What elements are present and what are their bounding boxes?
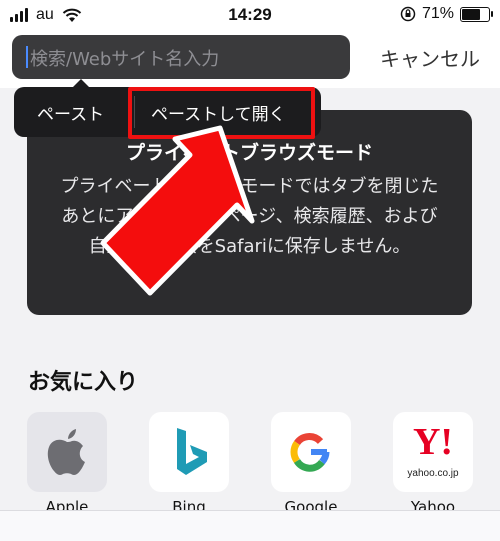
- favorite-tile: [27, 412, 107, 492]
- search-placeholder: 検索/Webサイト名入力: [30, 49, 220, 70]
- apple-icon: [47, 429, 85, 475]
- favorite-bing[interactable]: Bing: [149, 412, 229, 516]
- yahoo-logo-text: Y!: [412, 421, 454, 463]
- bottom-toolbar: [0, 510, 500, 541]
- google-icon: [290, 433, 330, 472]
- search-input[interactable]: 検索/Webサイト名入力: [12, 35, 350, 79]
- text-cursor: [26, 46, 28, 68]
- favorite-tile: [271, 412, 351, 492]
- favorite-tile: [149, 412, 229, 492]
- menu-caret: [72, 79, 90, 88]
- paste-menu-item[interactable]: ペースト: [37, 100, 104, 125]
- status-right: 71%: [400, 5, 493, 23]
- pointer-arrow-icon: [100, 125, 255, 296]
- cancel-button[interactable]: キャンセル: [380, 43, 480, 72]
- favorite-google[interactable]: Google: [271, 412, 351, 516]
- bing-icon: [177, 428, 207, 475]
- favorites-title: お気に入り: [28, 370, 139, 395]
- status-bar: au 14:29 71%: [0, 0, 500, 30]
- favorite-apple[interactable]: Apple: [27, 412, 107, 516]
- favorite-tile: Y! yahoo.co.jp: [393, 412, 473, 492]
- battery-percent: 71%: [421, 5, 454, 22]
- orientation-lock-icon: [400, 6, 416, 22]
- yahoo-icon: Y! yahoo.co.jp: [393, 422, 473, 479]
- battery-fill: [462, 8, 480, 20]
- yahoo-domain-text: yahoo.co.jp: [407, 468, 459, 479]
- battery-icon: [460, 6, 493, 22]
- favorite-yahoo[interactable]: Y! yahoo.co.jp Yahoo: [393, 412, 473, 516]
